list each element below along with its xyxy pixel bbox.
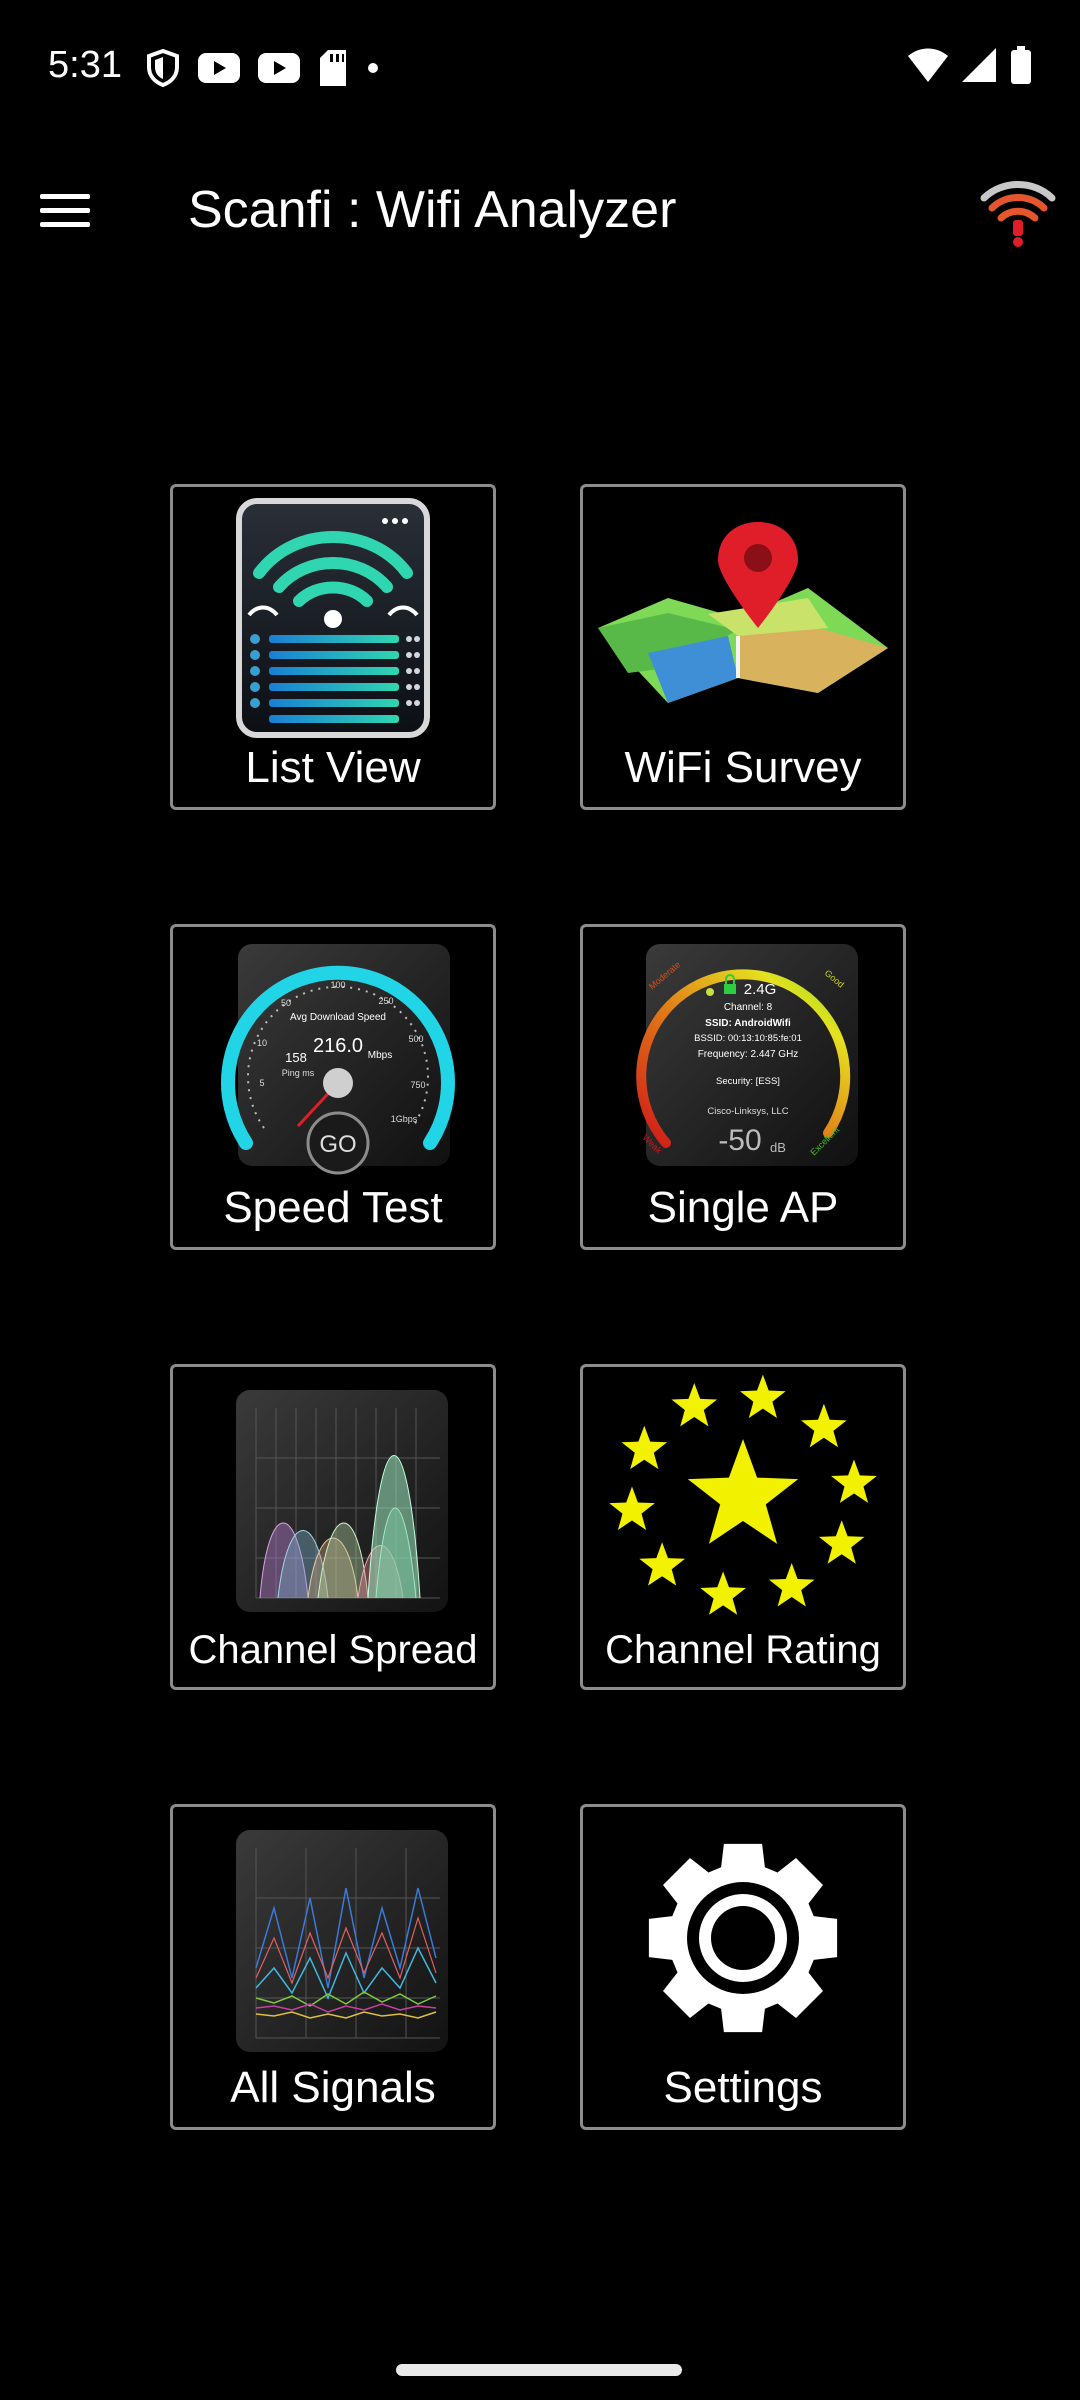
hamburger-icon-bar xyxy=(40,221,90,227)
stars-icon xyxy=(583,1375,903,1620)
hamburger-menu-button[interactable] xyxy=(40,180,100,240)
star-small xyxy=(700,1571,746,1615)
app-title: Scanfi : Wifi Analyzer xyxy=(188,181,677,239)
tile-label: Channel Spread xyxy=(188,1628,478,1672)
map-pin-icon xyxy=(583,495,903,740)
sd-card-icon xyxy=(320,50,346,86)
hamburger-icon xyxy=(40,193,90,199)
tile-settings[interactable]: Settings xyxy=(580,1804,906,2130)
dot-icon xyxy=(368,63,378,73)
hamburger-icon-bar xyxy=(40,207,90,213)
speedometer-icon: 100 50 250 10 500 5 750 1Gbps Avg Downlo… xyxy=(173,935,493,1180)
status-left-icons xyxy=(146,48,380,88)
youtube-icon xyxy=(258,53,300,83)
gauge-tick: 500 xyxy=(408,1034,423,1044)
tile-label: Channel Rating xyxy=(605,1628,881,1672)
tile-single-ap[interactable]: Moderate Good Weak Excellent 2.4G Channe… xyxy=(580,924,906,1250)
ap-channel: Channel: 8 xyxy=(724,1002,773,1013)
gauge-tick: 50 xyxy=(281,998,291,1008)
ap-frequency: Frequency: 2.447 GHz xyxy=(698,1049,799,1060)
shield-icon xyxy=(147,49,179,87)
gauge-tick: 250 xyxy=(378,996,393,1006)
tile-label: List View xyxy=(245,743,421,792)
go-button-label: GO xyxy=(319,1131,356,1158)
gauge-caption: Avg Download Speed xyxy=(290,1012,386,1023)
ap-bssid: BSSID: 00:13:10:85:fe:01 xyxy=(694,1033,802,1044)
ap-db-unit: dB xyxy=(770,1140,786,1155)
status-bar: 5:31 xyxy=(0,0,1080,140)
ap-db: -50 xyxy=(718,1124,761,1157)
gauge-tick: 1Gbps xyxy=(391,1114,418,1124)
star-small xyxy=(831,1459,877,1503)
gauge-value: 216.0 xyxy=(313,1035,363,1057)
gauge-unit: Mbps xyxy=(368,1050,392,1061)
channel-spread-chart-icon xyxy=(173,1375,493,1620)
app-bar: Scanfi : Wifi Analyzer xyxy=(0,140,1080,280)
wifi-icon xyxy=(908,48,948,82)
gear-icon xyxy=(583,1815,903,2060)
status-time: 5:31 xyxy=(48,44,122,86)
tile-channel-spread[interactable]: Channel Spread xyxy=(170,1364,496,1690)
youtube-icon xyxy=(198,53,240,83)
gauge-tick: 5 xyxy=(259,1078,264,1088)
gauge-tick: 10 xyxy=(257,1038,267,1048)
star-small xyxy=(609,1486,655,1530)
tile-label: WiFi Survey xyxy=(624,743,862,792)
star-small xyxy=(671,1383,718,1427)
battery-icon xyxy=(1011,46,1031,84)
tile-label: Settings xyxy=(663,2063,823,2112)
ap-security: Security: [ESS] xyxy=(716,1076,780,1087)
star-small xyxy=(818,1520,865,1564)
signal-gauge-icon: Moderate Good Weak Excellent 2.4G Channe… xyxy=(583,935,903,1180)
tile-label: All Signals xyxy=(230,2063,436,2112)
tile-label: Single AP xyxy=(647,1183,839,1232)
tile-list-view[interactable]: List View xyxy=(170,484,496,810)
ap-ssid: SSID: AndroidWifi xyxy=(705,1018,791,1029)
wifi-logo-icon[interactable] xyxy=(978,168,1058,248)
star-small xyxy=(740,1375,786,1418)
wifi-list-icon xyxy=(173,495,493,740)
star-small xyxy=(621,1425,668,1470)
gauge-ping-label: Ping ms xyxy=(282,1068,315,1078)
tile-wifi-survey[interactable]: WiFi Survey xyxy=(580,484,906,810)
star-small xyxy=(801,1403,847,1448)
tile-channel-rating[interactable]: Channel Rating xyxy=(580,1364,906,1690)
star-large xyxy=(687,1439,799,1544)
status-right-icons xyxy=(908,46,1032,84)
ap-band: 2.4G xyxy=(744,981,777,998)
cell-signal-icon xyxy=(962,48,996,82)
ap-vendor: Cisco-Linksys, LLC xyxy=(707,1106,788,1117)
gauge-ping: 158 xyxy=(285,1050,307,1065)
gauge-tick: 750 xyxy=(410,1080,425,1090)
tile-label: Speed Test xyxy=(223,1183,443,1232)
tile-all-signals[interactable]: All Signals xyxy=(170,1804,496,2130)
gauge-tick: 100 xyxy=(330,980,345,990)
star-small xyxy=(768,1563,815,1607)
tile-speed-test[interactable]: 100 50 250 10 500 5 750 1Gbps Avg Downlo… xyxy=(170,924,496,1250)
signal-lines-chart-icon xyxy=(173,1815,493,2060)
gear-ring xyxy=(711,1905,775,1970)
home-indicator[interactable] xyxy=(396,2364,682,2376)
star-small xyxy=(639,1542,685,1586)
